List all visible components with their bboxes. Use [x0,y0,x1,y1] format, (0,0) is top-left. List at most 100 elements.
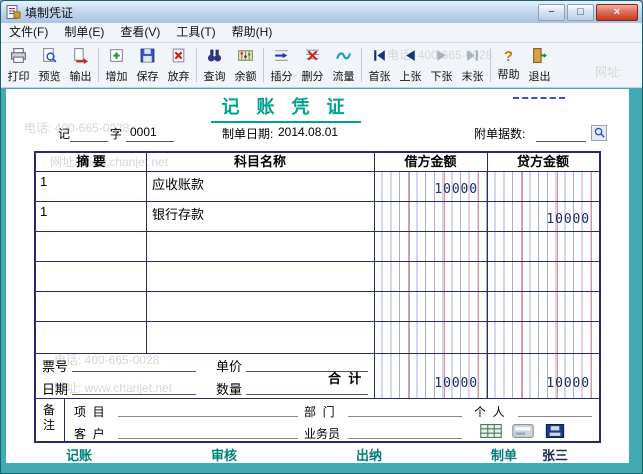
fill-line [348,416,462,417]
toolbar-label: 预览 [39,68,61,84]
signature-row: 记账 审核 出纳 制单 张三 [6,445,629,462]
last-icon [464,47,481,67]
credit-cell[interactable] [487,323,599,353]
date-label: 制单日期: [222,125,273,142]
help-button[interactable]: ? 帮助 [493,44,524,86]
menu-voucher[interactable]: 制单(E) [56,23,112,42]
toolbar-label: 保存 [137,68,159,84]
first-voucher-button[interactable]: 首张 [364,44,395,86]
credit-cell[interactable] [487,231,599,261]
first-icon [371,47,388,67]
next-icon [433,47,450,67]
minimize-button[interactable]: − [538,4,565,21]
debit-cell[interactable] [374,323,487,353]
grid-line [64,398,65,441]
toolbar-label: 退出 [529,68,551,84]
printer-icon [10,47,27,67]
toolbar-separator [263,48,264,82]
maximize-button[interactable]: □ [567,4,594,21]
toolbar-label: 下张 [431,68,453,84]
account-cell[interactable]: 银行存款 [152,204,370,223]
project-label: 项 目 [74,403,105,420]
close-button[interactable]: × [596,4,638,21]
cashflow-button[interactable]: 流量 [328,44,359,86]
debit-cell[interactable] [374,231,487,261]
cashier-label: 出纳 [356,445,382,463]
memo-disk-icon[interactable] [544,424,566,438]
prev-voucher-button[interactable]: 上张 [395,44,426,86]
menu-view[interactable]: 查看(V) [112,23,168,42]
delete-entry-button[interactable]: 删分 [297,44,328,86]
titlebar[interactable]: 填制凭证 − □ × [1,1,642,23]
exit-icon [531,47,548,67]
qty-label: 数量 [216,379,242,398]
fill-line [72,394,196,395]
debit-cell[interactable] [374,291,487,321]
grid-line [36,353,599,354]
total-credit: 10000 [487,367,599,395]
insert-entry-button[interactable]: 插分 [266,44,297,86]
toolbar-label: 增加 [106,68,128,84]
export-button[interactable]: 输出 [65,44,96,86]
credit-cell[interactable] [487,261,599,291]
next-voucher-button[interactable]: 下张 [426,44,457,86]
toolbar-separator [98,48,99,82]
maker-label: 制单 [491,445,517,463]
debit-cell[interactable] [374,201,487,231]
print-button[interactable]: 打印 [3,44,34,86]
voucher-table: 摘 要 科目名称 借方金额 贷方金额 1 应收账款 [34,151,601,443]
account-cell[interactable]: 应收账款 [152,174,370,193]
preview-button[interactable]: 预览 [34,44,65,86]
menubar: 文件(F) 制单(E) 查看(V) 工具(T) 帮助(H) [1,23,642,43]
credit-cell[interactable] [487,171,599,201]
credit-cell[interactable] [487,291,599,321]
date-value[interactable]: 2014.08.01 [278,125,338,139]
summary-cell[interactable]: 1 [40,204,142,219]
toolbar: 电话: 400-665-0028 网址: 打印 预览 输出 增加 保存 放弃 [1,43,642,88]
debit-cell[interactable]: 10000 [374,171,487,201]
query-button[interactable]: 查询 [199,44,230,86]
cursor-dash-line [513,97,565,99]
ticket-label: 票号 [42,356,68,375]
add-icon [108,47,125,67]
memo-keyboard-icon[interactable] [512,424,534,438]
watermark-site: 网址: [595,63,622,80]
customer-label: 客 户 [74,425,105,442]
total-debit: 10000 [374,367,487,395]
menu-help[interactable]: 帮助(H) [224,23,281,42]
toolbar-label: 帮助 [498,66,520,82]
binoculars-icon [206,47,223,67]
toolbar-separator [361,48,362,82]
header-credit: 贷方金额 [487,153,599,171]
memo-calc-icon[interactable] [480,424,502,438]
save-button[interactable]: 保存 [132,44,163,86]
toolbar-label: 输出 [70,68,92,84]
salesman-label: 业务员 [304,425,340,442]
delete-icon [304,47,321,67]
number-underline [126,141,174,142]
discard-icon [170,47,187,67]
fill-line [72,371,196,372]
exit-button[interactable]: 退出 [524,44,555,86]
menu-tools[interactable]: 工具(T) [168,23,223,42]
grid-line [146,153,147,353]
menu-file[interactable]: 文件(F) [1,23,56,42]
add-button[interactable]: 增加 [101,44,132,86]
attachments-zoom-button[interactable] [591,125,607,141]
export-icon [72,47,89,67]
voucher-title: 记 账 凭 证 [211,93,360,123]
preview-icon [41,47,58,67]
discard-button[interactable]: 放弃 [163,44,194,86]
toolbar-label: 流量 [333,68,355,84]
toolbar-label: 删分 [302,68,324,84]
summary-cell[interactable]: 1 [40,174,142,189]
voucher-number[interactable]: 0001 [130,125,157,139]
previous-icon [402,47,419,67]
credit-cell[interactable]: 10000 [487,201,599,231]
total-label: 合 计 [328,368,361,387]
save-icon [139,47,156,67]
debit-cell[interactable] [374,261,487,291]
last-voucher-button[interactable]: 末张 [457,44,488,86]
fill-line [118,416,298,417]
balance-button[interactable]: 余额 [230,44,261,86]
